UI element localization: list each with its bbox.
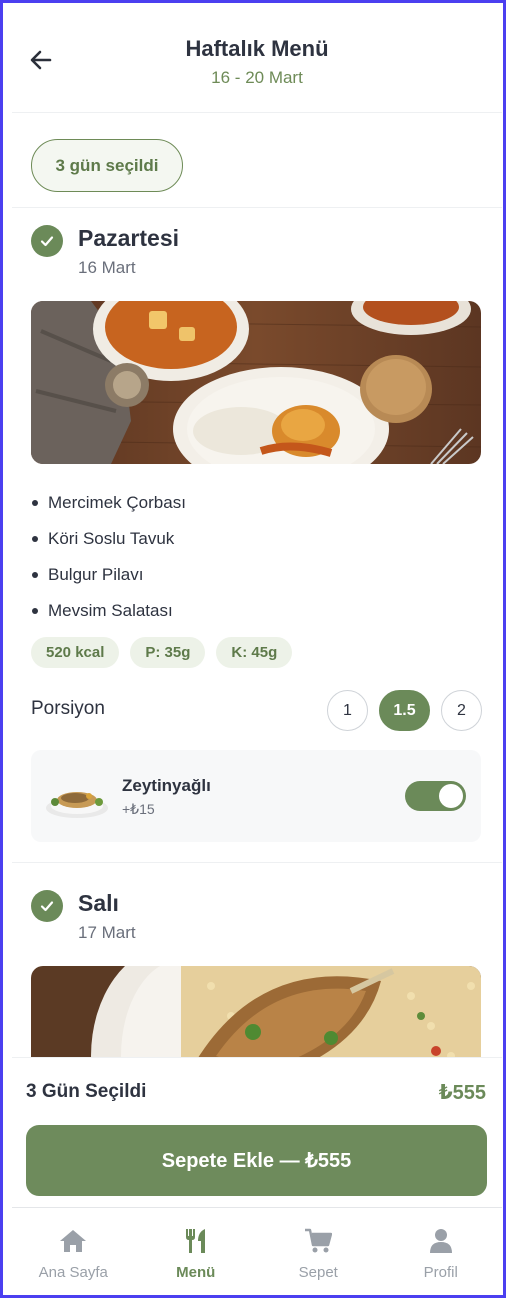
page-header: Haftalık Menü 16 - 20 Mart: [12, 9, 502, 113]
meal-image: [31, 301, 481, 464]
tab-profile[interactable]: Profil: [380, 1208, 503, 1295]
menu-item-label: Mercimek Çorbası: [48, 493, 186, 512]
check-icon: [40, 236, 54, 247]
home-icon: [58, 1226, 88, 1256]
day-date: 17 Mart: [78, 923, 136, 942]
order-summary: 3 Gün Seçildi ₺555 Sepete Ekle — ₺555: [12, 1057, 502, 1207]
tab-label: Menü: [176, 1264, 216, 1281]
section-divider: [12, 862, 502, 863]
utensils-icon: [181, 1226, 211, 1256]
bottom-tab-bar: Ana Sayfa Menü Sepet Profil: [12, 1207, 502, 1295]
day-name: Pazartesi: [78, 225, 180, 251]
meal-photo: [31, 301, 481, 464]
portion-selector: 1 1.5 2: [327, 690, 482, 731]
app-screen: Haftalık Menü 16 - 20 Mart 3 gün seçildi…: [12, 9, 502, 1295]
bullet: [32, 572, 38, 578]
portion-option-2[interactable]: 2: [441, 690, 482, 731]
list-item: Köri Soslu Tavuk: [31, 521, 471, 557]
extra-name: Zeytinyağlı: [122, 776, 211, 795]
bullet: [32, 608, 38, 614]
tab-cart[interactable]: Sepet: [257, 1208, 380, 1295]
check-icon: [40, 901, 54, 912]
bullet: [32, 536, 38, 542]
portion-label: Porsiyon: [31, 698, 105, 719]
tab-label: Profil: [423, 1264, 458, 1281]
tab-menu[interactable]: Menü: [135, 1208, 258, 1295]
user-icon: [426, 1226, 456, 1256]
menu-item-label: Bulgur Pilavı: [48, 565, 144, 584]
bullet: [32, 500, 38, 506]
list-item: Mercimek Çorbası: [31, 485, 471, 521]
selected-days-chip[interactable]: 3 gün seçildi: [31, 139, 183, 192]
calorie-badge: 520 kcal: [31, 637, 120, 668]
page-title: Haftalık Menü: [185, 36, 329, 61]
summary-label: 3 Gün Seçildi: [26, 1081, 147, 1102]
add-to-cart-button[interactable]: Sepete Ekle — ₺555: [26, 1125, 487, 1196]
extra-price: +₺15: [122, 801, 155, 817]
extra-dish-image: [46, 792, 108, 818]
carb-badge: K: 45g: [216, 637, 293, 668]
portion-option-1[interactable]: 1: [327, 690, 368, 731]
menu-item-label: Köri Soslu Tavuk: [48, 529, 175, 548]
list-item: Mevsim Salatası: [31, 593, 471, 629]
day-checked-badge[interactable]: [31, 890, 63, 922]
tab-home[interactable]: Ana Sayfa: [12, 1208, 135, 1295]
menu-item-label: Mevsim Salatası: [48, 601, 173, 620]
cart-icon: [303, 1226, 333, 1256]
menu-items-list: Mercimek Çorbası Köri Soslu Tavuk Bulgur…: [31, 485, 471, 629]
selection-bar: 3 gün seçildi: [12, 113, 502, 208]
summary-total: ₺555: [438, 1082, 486, 1104]
extra-toggle[interactable]: [405, 781, 466, 811]
toggle-knob: [439, 784, 463, 808]
nutrition-badges: 520 kcal P: 35g K: 45g: [31, 637, 293, 668]
list-item: Bulgur Pilavı: [31, 557, 471, 593]
device-frame: Haftalık Menü 16 - 20 Mart 3 gün seçildi…: [0, 0, 506, 1298]
portion-option-1-5[interactable]: 1.5: [379, 690, 430, 731]
day-checked-badge[interactable]: [31, 225, 63, 257]
extra-option-card: Zeytinyağlı +₺15: [31, 750, 481, 842]
day-date: 16 Mart: [78, 258, 136, 277]
protein-badge: P: 35g: [130, 637, 206, 668]
tab-label: Ana Sayfa: [38, 1264, 108, 1281]
day-name: Salı: [78, 890, 119, 916]
tab-label: Sepet: [298, 1264, 338, 1281]
date-range: 16 - 20 Mart: [211, 68, 303, 87]
